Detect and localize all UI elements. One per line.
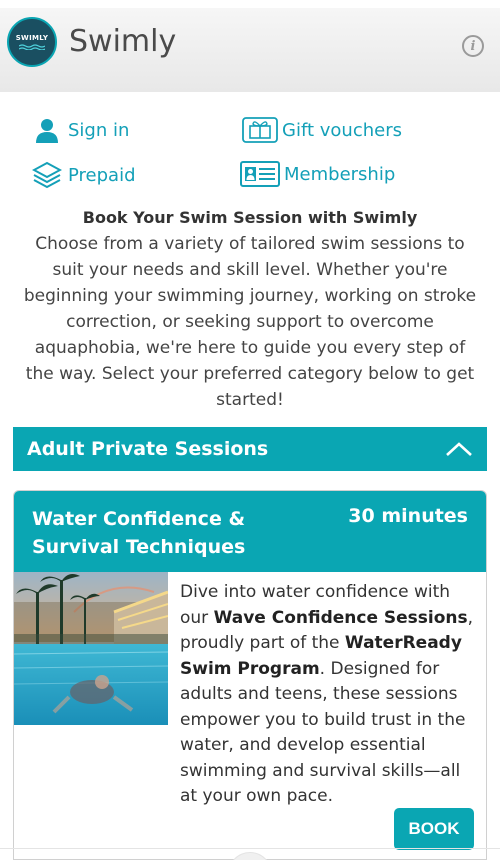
session-image [14,572,168,725]
prepaid-label: Prepaid [68,164,136,186]
chevron-up-icon[interactable] [445,441,473,457]
session-description: Dive into water confidence with our Wave… [180,580,480,810]
membership-link[interactable]: Membership [240,161,395,187]
book-button[interactable]: BOOK [394,808,474,850]
sign-in-link[interactable]: Sign in [34,117,129,143]
logo-text: SWIMLY [15,34,49,42]
session-card-header: Water Confidence & Survival Techniques 3… [14,491,486,572]
membership-card-icon [240,161,280,187]
app-title: Swimly [69,24,177,59]
intro-section: Book Your Swim Session with Swimly Choos… [20,208,480,413]
gift-vouchers-link[interactable]: Gift vouchers [242,117,402,143]
wave-icon [19,44,45,50]
layers-icon [32,161,62,189]
intro-body: Choose from a variety of tailored swim s… [23,234,477,410]
membership-label: Membership [284,163,396,185]
intro-heading: Book Your Swim Session with Swimly [82,208,418,227]
category-header-adult-private[interactable]: Adult Private Sessions [13,427,487,471]
app-header: SWIMLY Swimly i [0,0,500,92]
category-title: Adult Private Sessions [27,438,269,460]
bottom-divider [0,848,500,849]
desc-text-3: . Designed for adults and teens, these s… [180,658,466,807]
gift-voucher-icon [242,117,278,143]
swimly-logo[interactable]: SWIMLY [7,17,57,67]
prepaid-link[interactable]: Prepaid [32,161,136,189]
info-icon[interactable]: i [462,35,484,57]
sign-in-label: Sign in [68,119,130,141]
session-duration: 30 minutes [348,505,468,527]
session-card: Water Confidence & Survival Techniques 3… [13,490,487,860]
session-title: Water Confidence & Survival Techniques [32,508,246,558]
gift-vouchers-label: Gift vouchers [282,119,402,141]
desc-bold-1: Wave Confidence Sessions [213,607,468,628]
user-icon [36,119,58,143]
